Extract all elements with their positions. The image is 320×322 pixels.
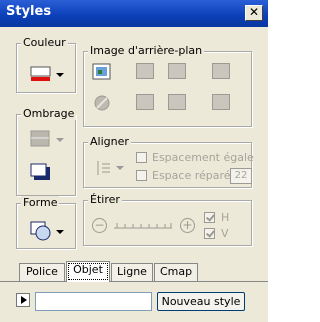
new-style-button[interactable]: Nouveau style	[157, 292, 245, 311]
remove-image-button[interactable]	[92, 94, 112, 112]
image-fit-icon[interactable]	[136, 94, 154, 110]
stretch-h-label: H	[221, 211, 230, 224]
espace-reparee-label: Espace réparée	[152, 169, 238, 182]
espacement-egale-label: Espacement égale	[152, 151, 254, 164]
align-spacing-icon	[97, 161, 110, 175]
stretch-h-checkbox[interactable]	[204, 212, 215, 223]
stretch-decrease-button[interactable]: −	[92, 218, 107, 233]
insert-image-button[interactable]	[92, 63, 112, 81]
chevron-down-icon	[56, 138, 64, 142]
window-title: Styles	[6, 4, 52, 19]
espace-value-field[interactable]: 22	[230, 168, 252, 184]
chevron-down-icon	[56, 230, 64, 234]
styles-window: Styles ✕ Couleur Ombrage Forme Image d'a…	[0, 0, 268, 322]
image-arriere-plan-legend: Image d'arrière-plan	[88, 44, 205, 57]
apply-style-button[interactable]	[16, 293, 30, 307]
shading-pattern-button[interactable]	[30, 130, 68, 150]
image-stretch-icon[interactable]	[168, 63, 186, 79]
stretch-increase-button[interactable]: +	[180, 218, 195, 233]
image-fill-icon[interactable]	[168, 94, 186, 110]
tab-objet[interactable]: Objet	[66, 261, 110, 282]
plus-icon: +	[182, 218, 193, 232]
minus-icon: −	[94, 218, 105, 232]
forme-legend: Forme	[21, 196, 60, 209]
tab-strip-line	[0, 281, 268, 282]
align-spacing-button[interactable]	[94, 159, 128, 177]
title-bar[interactable]: Styles ✕	[0, 0, 268, 27]
image-crop-icon[interactable]	[212, 94, 230, 110]
shape-icon	[30, 221, 51, 241]
tab-cmap[interactable]: Cmap	[154, 263, 198, 281]
image-center-icon[interactable]	[212, 63, 230, 79]
aligner-legend: Aligner	[88, 135, 131, 148]
shading-pattern-icon	[30, 130, 50, 147]
slider-ticks-icon	[114, 223, 172, 229]
color-picker-button[interactable]	[30, 65, 68, 83]
tab-police[interactable]: Police	[19, 263, 65, 281]
stretch-slider[interactable]	[114, 220, 174, 230]
espace-reparee-checkbox[interactable]	[136, 170, 147, 181]
fill-color-icon	[30, 66, 51, 81]
espacement-egale-checkbox[interactable]	[136, 152, 147, 163]
stretch-v-label: V	[221, 227, 229, 240]
couleur-legend: Couleur	[21, 36, 68, 49]
chevron-down-icon	[116, 166, 124, 170]
style-name-field[interactable]	[35, 292, 152, 311]
chevron-down-icon	[56, 73, 64, 77]
insert-image-icon	[92, 63, 111, 80]
stretch-v-checkbox[interactable]	[204, 228, 215, 239]
tab-ligne[interactable]: Ligne	[111, 263, 153, 281]
shadow-icon	[30, 163, 50, 180]
image-tile-icon[interactable]	[136, 63, 154, 79]
ombrage-group: Ombrage	[16, 107, 77, 196]
ombrage-legend: Ombrage	[21, 107, 77, 120]
close-button[interactable]: ✕	[245, 5, 263, 21]
shadow-button[interactable]	[30, 163, 52, 183]
etirer-legend: Étirer	[88, 193, 122, 206]
no-image-icon	[94, 95, 110, 111]
shape-picker-button[interactable]	[30, 221, 68, 241]
